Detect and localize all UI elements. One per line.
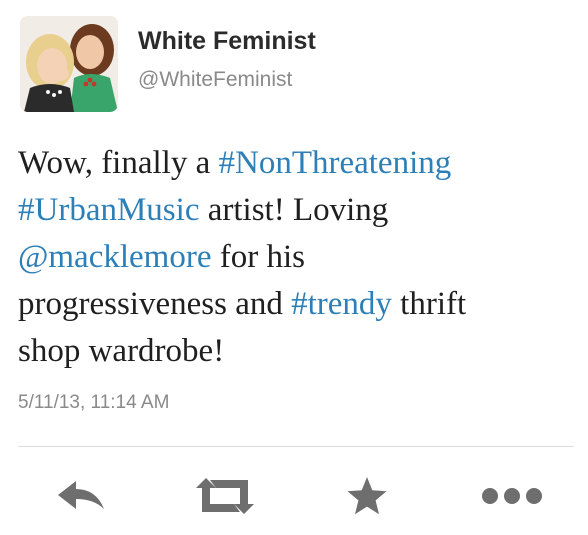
author-name[interactable]: White Feminist [138,27,316,56]
tweet-text-segment: progressiveness and [18,286,292,322]
more-button[interactable] [478,472,546,520]
star-icon [347,477,387,515]
tweet-text-line: Wow, finally a #NonThreatening [18,140,578,187]
avatar-photo [20,16,118,112]
more-icon [482,488,542,504]
avatar[interactable] [20,16,118,112]
hashtag-link[interactable]: #UrbanMusic [18,192,199,228]
tweet-text-line: progressiveness and #trendy thrift [18,281,578,328]
author-handle[interactable]: @WhiteFeminist [138,68,292,92]
tweet-timestamp[interactable]: 5/11/13, 11:14 AM [18,392,169,414]
hashtag-link[interactable]: #trendy [291,286,392,322]
tweet-text-segment: thrift [391,286,467,322]
tweet-text: Wow, finally a #NonThreatening #UrbanMusi… [18,140,578,375]
tweet-text-segment: for his [211,239,305,275]
retweet-icon [196,478,254,514]
tweet-card: White Feminist @WhiteFeminist Wow, final… [0,0,588,535]
tweet-text-line: #UrbanMusic artist! Loving [18,187,578,234]
mention-link[interactable]: @macklemore [18,239,211,275]
tweet-text-line: @macklemore for his [18,234,578,281]
tweet-text-line: shop wardrobe! [18,328,578,375]
tweet-text-segment: artist! Loving [199,192,389,228]
divider [18,446,574,447]
tweet-text-segment: shop wardrobe! [18,333,225,369]
reply-button[interactable] [52,472,110,520]
retweet-button[interactable] [190,472,260,520]
favorite-button[interactable] [342,472,392,520]
reply-icon [58,481,104,509]
tweet-text-segment: Wow, finally a [18,145,219,181]
hashtag-link[interactable]: #NonThreatening [218,145,451,181]
